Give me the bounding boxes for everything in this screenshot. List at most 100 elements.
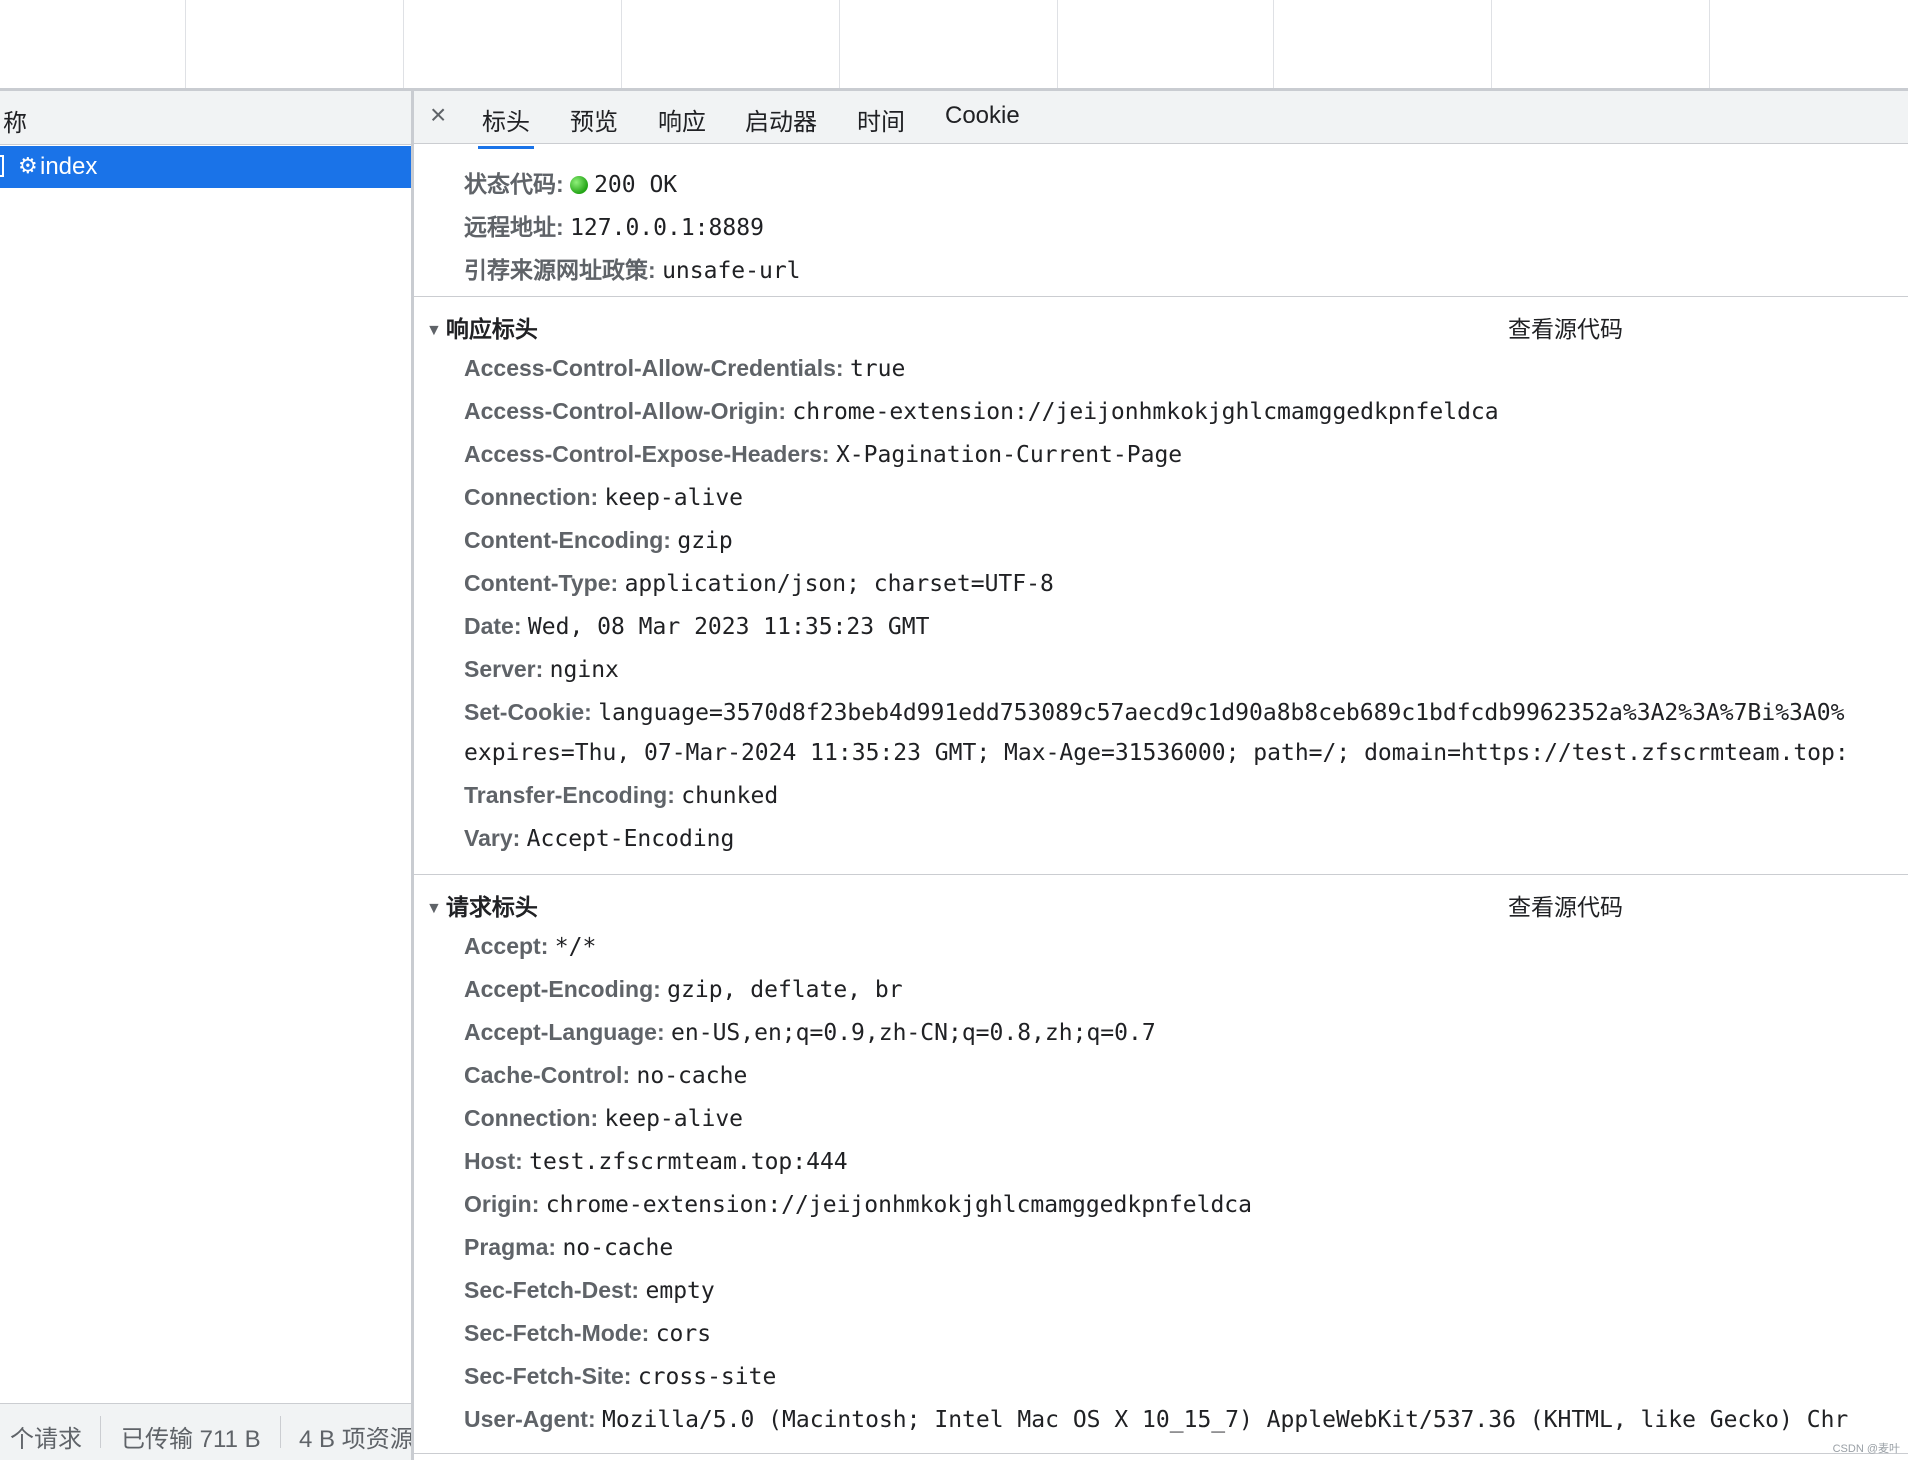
status-separator: [280, 1416, 281, 1448]
triangle-down-icon: ▼: [426, 900, 442, 917]
header-value[interactable]: true: [850, 356, 905, 382]
timeline-gridline: [839, 0, 840, 88]
header-row: Access-Control-Allow-Credentials: true: [464, 355, 905, 382]
close-icon[interactable]: ×: [430, 99, 446, 131]
header-key: Sec-Fetch-Site:: [464, 1363, 632, 1389]
tab-headers[interactable]: 标头: [478, 102, 534, 149]
header-key: Date:: [464, 613, 522, 639]
resources-size: 4 B 项资源: [299, 1426, 411, 1453]
header-row: Date: Wed, 08 Mar 2023 11:35:23 GMT: [464, 613, 929, 640]
timeline-gridline: [1709, 0, 1710, 88]
header-key: Access-Control-Allow-Credentials:: [464, 355, 844, 381]
general-row-status: 状态代码: 200 OK: [464, 165, 677, 199]
header-value[interactable]: test.zfscrmteam.top:444: [529, 1149, 848, 1175]
header-value[interactable]: cross-site: [638, 1364, 776, 1390]
header-value[interactable]: expires=Thu, 07-Mar-2024 11:35:23 GMT; M…: [464, 740, 1849, 766]
header-row: expires=Thu, 07-Mar-2024 11:35:23 GMT; M…: [464, 739, 1849, 766]
header-value[interactable]: Wed, 08 Mar 2023 11:35:23 GMT: [528, 614, 930, 640]
general-row-referrer: 引荐来源网址政策: unsafe-url: [464, 251, 801, 285]
clipped-row: ————: [464, 135, 664, 145]
header-key: Accept:: [464, 933, 549, 959]
header-key: Content-Encoding:: [464, 527, 671, 553]
header-value[interactable]: chunked: [681, 783, 778, 809]
request-count: 个请求: [10, 1426, 82, 1453]
header-key: User-Agent:: [464, 1406, 596, 1432]
request-headers-toggle[interactable]: ▼ 请求标头: [426, 888, 538, 922]
status-dot-icon: [570, 176, 589, 194]
header-value[interactable]: chrome-extension://jeijonhmkokjghlcmamgg…: [792, 399, 1498, 425]
header-value[interactable]: X-Pagination-Current-Page: [836, 442, 1182, 468]
request-checkbox[interactable]: [0, 155, 4, 177]
header-value[interactable]: keep-alive: [605, 1106, 743, 1132]
header-row: Cache-Control: no-cache: [464, 1062, 747, 1089]
header-value[interactable]: nginx: [550, 657, 619, 683]
header-value[interactable]: chrome-extension://jeijonhmkokjghlcmamgg…: [546, 1192, 1252, 1218]
section-divider: [414, 874, 1908, 875]
waterfall-timeline: [0, 0, 1908, 91]
header-key: Sec-Fetch-Dest:: [464, 1277, 640, 1303]
header-value[interactable]: Accept-Encoding: [527, 826, 735, 852]
network-status-bar: 个请求 已传输 711 B 4 B 项资源: [0, 1403, 411, 1460]
header-key: Access-Control-Allow-Origin:: [464, 398, 787, 424]
response-headers-toggle[interactable]: ▼ 响应标头: [426, 310, 538, 344]
tab-response[interactable]: 响应: [658, 102, 706, 137]
request-detail-pane: × 标头 预览 响应 启动器 时间 Cookie ———— 状态代码: 200 …: [414, 91, 1908, 1460]
header-key: Access-Control-Expose-Headers:: [464, 441, 830, 467]
header-key: Accept-Language:: [464, 1019, 665, 1045]
header-row: Host: test.zfscrmteam.top:444: [464, 1148, 848, 1175]
tab-preview[interactable]: 预览: [570, 102, 618, 137]
header-row: Access-Control-Allow-Origin: chrome-exte…: [464, 398, 1499, 425]
header-value[interactable]: no-cache: [562, 1235, 673, 1261]
tab-timing[interactable]: 时间: [857, 102, 905, 137]
header-key: 引荐来源网址政策:: [464, 257, 656, 283]
header-value[interactable]: gzip, deflate, br: [667, 977, 902, 1003]
section-divider: [414, 1453, 1908, 1454]
timeline-gridline: [1273, 0, 1274, 88]
request-list-pane: 称 ⚙ index 个请求 已传输 711 B 4 B 项资源: [0, 91, 414, 1460]
gear-icon: ⚙: [18, 153, 38, 178]
header-key: Set-Cookie:: [464, 699, 592, 725]
header-row: Origin: chrome-extension://jeijonhmkokjg…: [464, 1191, 1252, 1218]
header-value[interactable]: gzip: [677, 528, 732, 554]
header-row: Server: nginx: [464, 656, 619, 683]
header-row: Set-Cookie: language=3570d8f23beb4d991ed…: [464, 699, 1844, 726]
view-source-button[interactable]: 查看源代码: [1508, 888, 1623, 922]
header-value[interactable]: 200 OK: [594, 172, 677, 198]
header-value[interactable]: application/json; charset=UTF-8: [625, 571, 1054, 597]
header-value[interactable]: cors: [656, 1321, 711, 1347]
header-row: Sec-Fetch-Site: cross-site: [464, 1363, 776, 1390]
header-key: Cache-Control:: [464, 1062, 631, 1088]
status-separator: [100, 1416, 101, 1448]
header-row: Content-Type: application/json; charset=…: [464, 570, 1054, 597]
header-value[interactable]: keep-alive: [605, 485, 743, 511]
tab-initiator[interactable]: 启动器: [745, 102, 817, 137]
section-divider: [414, 296, 1908, 297]
tab-cookie[interactable]: Cookie: [945, 102, 1020, 130]
header-row: Sec-Fetch-Dest: empty: [464, 1277, 715, 1304]
header-key: 状态代码:: [464, 171, 564, 197]
name-column-header[interactable]: 称: [0, 91, 411, 145]
header-key: Server:: [464, 656, 544, 682]
header-row: Content-Encoding: gzip: [464, 527, 733, 554]
header-value[interactable]: language=3570d8f23beb4d991edd753089c57ae…: [598, 700, 1844, 726]
header-row: User-Agent: Mozilla/5.0 (Macintosh; Inte…: [464, 1406, 1848, 1433]
timeline-gridline: [1057, 0, 1058, 88]
header-value[interactable]: unsafe-url: [662, 258, 800, 284]
request-row-selected[interactable]: ⚙ index: [0, 146, 411, 188]
request-name: index: [40, 153, 98, 180]
header-value[interactable]: */*: [555, 934, 597, 960]
header-row: Accept: */*: [464, 933, 596, 960]
header-value[interactable]: en-US,en;q=0.9,zh-CN;q=0.8,zh;q=0.7: [671, 1020, 1156, 1046]
triangle-down-icon: ▼: [426, 322, 442, 339]
header-key: Connection:: [464, 484, 599, 510]
view-source-button[interactable]: 查看源代码: [1508, 310, 1623, 344]
general-row-remote: 远程地址: 127.0.0.1:8889: [464, 208, 764, 242]
header-value[interactable]: 127.0.0.1:8889: [570, 215, 764, 241]
header-value[interactable]: empty: [646, 1278, 715, 1304]
header-row: Vary: Accept-Encoding: [464, 825, 734, 852]
header-row: Connection: keep-alive: [464, 1105, 743, 1132]
header-key: Vary:: [464, 825, 521, 851]
header-value[interactable]: Mozilla/5.0 (Macintosh; Intel Mac OS X 1…: [602, 1407, 1848, 1433]
header-value[interactable]: no-cache: [637, 1063, 748, 1089]
header-key: Host:: [464, 1148, 523, 1174]
